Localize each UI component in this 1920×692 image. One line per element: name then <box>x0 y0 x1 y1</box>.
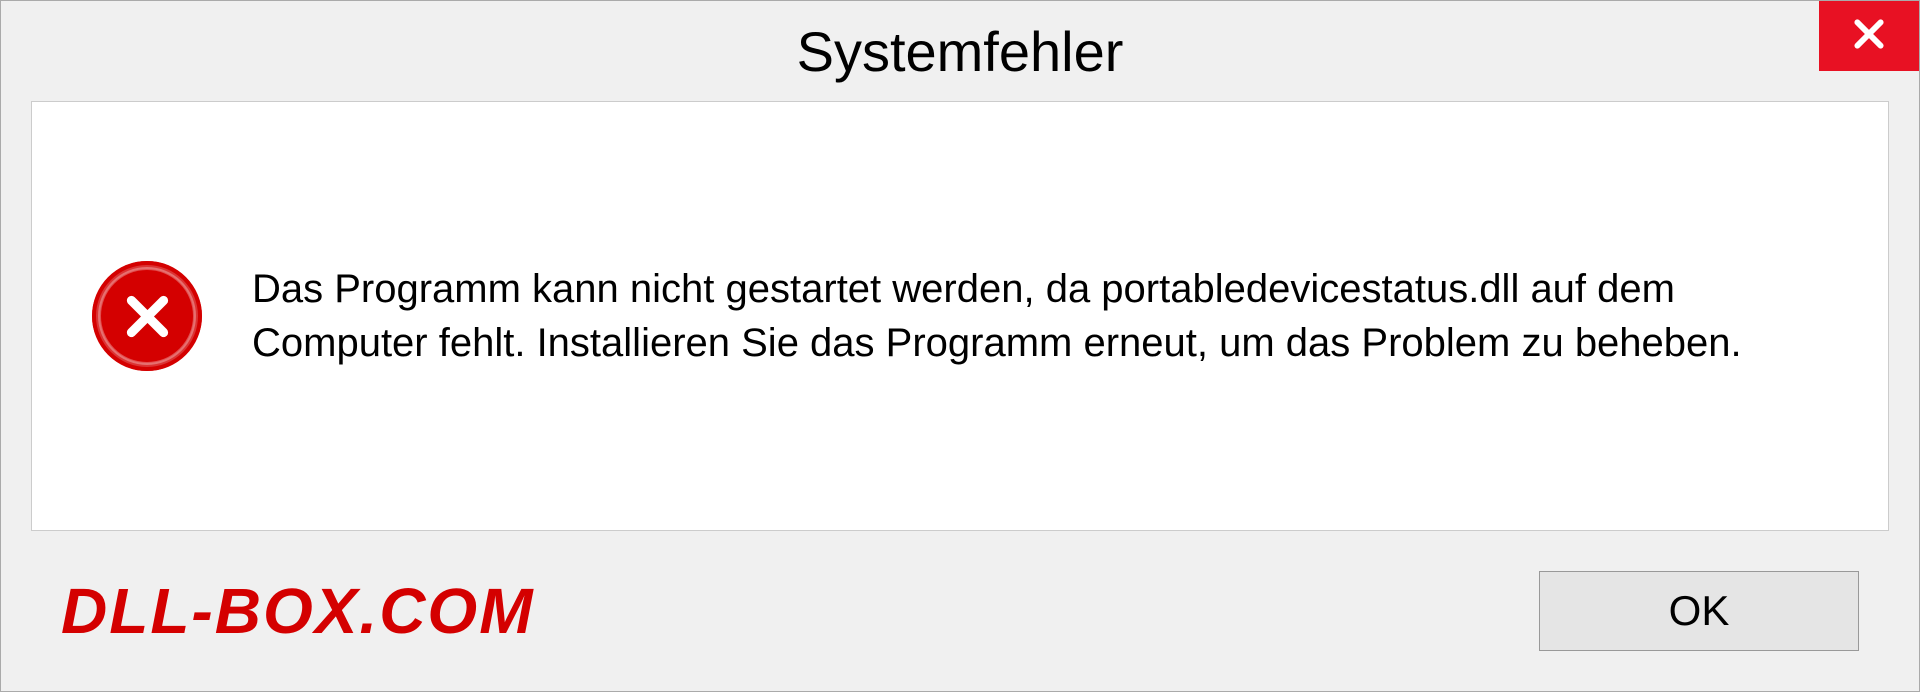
error-icon-container <box>92 261 202 371</box>
titlebar: Systemfehler <box>1 1 1919 101</box>
content-panel: Das Programm kann nicht gestartet werden… <box>31 101 1889 531</box>
close-icon <box>1849 14 1889 59</box>
ok-button[interactable]: OK <box>1539 571 1859 651</box>
dialog-footer: DLL-BOX.COM OK <box>1 551 1919 691</box>
error-dialog: Systemfehler Das Programm kann nicht ges… <box>0 0 1920 692</box>
error-icon <box>92 261 202 371</box>
dialog-title: Systemfehler <box>797 19 1124 84</box>
error-message: Das Programm kann nicht gestartet werden… <box>252 262 1808 370</box>
close-button[interactable] <box>1819 1 1919 71</box>
watermark-text: DLL-BOX.COM <box>61 574 535 648</box>
